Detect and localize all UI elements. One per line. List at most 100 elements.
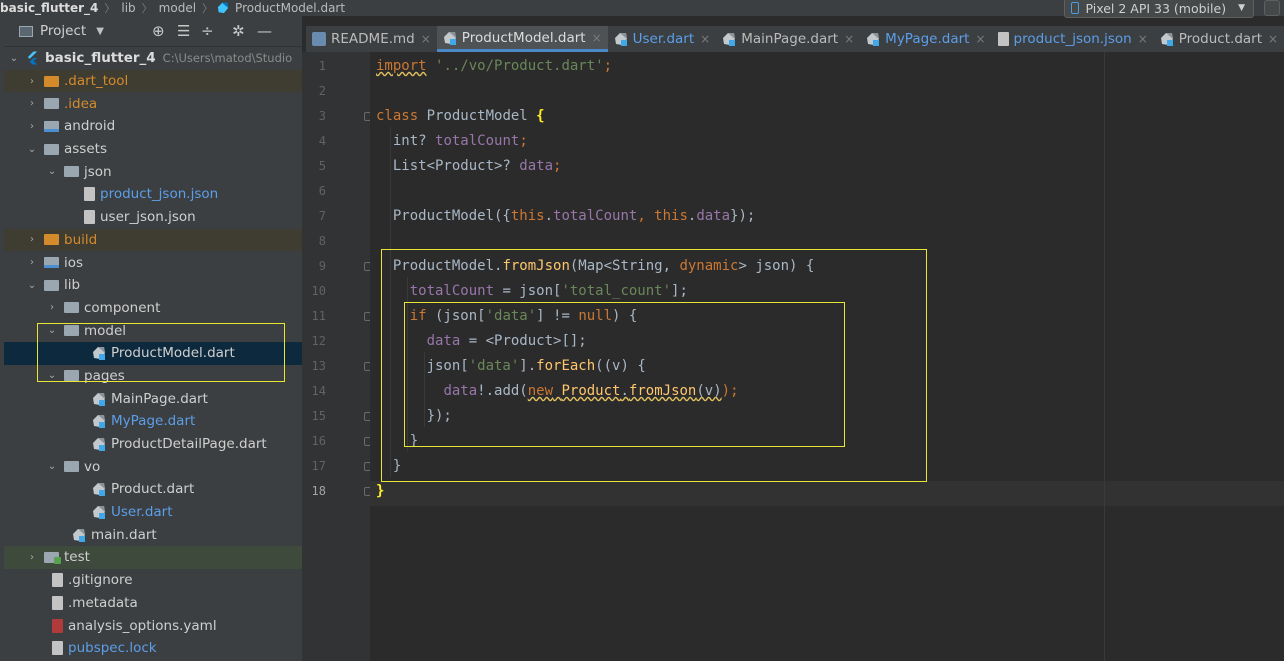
line-number: 8 — [318, 234, 326, 248]
tree-item-file[interactable]: user_json.json — [4, 206, 302, 229]
tree-item-root[interactable]: ⌄ basic_flutter_4 C:\Users\matod\Studio — [4, 47, 302, 70]
tree-item-folder[interactable]: ⌄ pages — [4, 365, 302, 388]
expand-all-icon[interactable]: ☰ — [177, 22, 190, 40]
tree-item-folder[interactable]: › component — [4, 297, 302, 320]
project-panel: Project ▼ ⊕ ☰ ÷ ✲ — ⌄ basic_flutter_4 C:… — [4, 16, 302, 661]
close-icon[interactable]: × — [1268, 32, 1278, 46]
tab-user[interactable]: User.dart × — [608, 26, 717, 52]
json-file-icon — [84, 187, 95, 202]
tree-item-folder[interactable]: ⌄ assets — [4, 138, 302, 161]
tree-item-file[interactable]: Product.dart — [4, 478, 302, 501]
markdown-file-icon — [312, 32, 326, 46]
tree-item-file[interactable]: main.dart — [4, 523, 302, 546]
chevron-right-icon[interactable]: › — [26, 76, 38, 87]
line-number: 5 — [318, 159, 326, 173]
tree-item-label: .gitignore — [68, 572, 133, 589]
tree-item-file[interactable]: User.dart — [4, 501, 302, 524]
chevron-right-icon[interactable]: › — [26, 552, 38, 563]
tree-item-folder[interactable]: › .idea — [4, 92, 302, 115]
tab-product[interactable]: Product.dart × — [1154, 26, 1284, 52]
chevron-down-icon[interactable]: ⌄ — [46, 461, 58, 472]
tree-item-folder[interactable]: › ios — [4, 251, 302, 274]
close-icon[interactable]: × — [421, 32, 431, 46]
chevron-down-icon[interactable]: ⌄ — [46, 325, 58, 336]
tree-item-folder[interactable]: › android — [4, 115, 302, 138]
tree-item-file[interactable]: MyPage.dart — [4, 410, 302, 433]
code-token: class — [376, 108, 419, 124]
code-editor[interactable]: import '../vo/Product.dart'; class Produ… — [370, 52, 1284, 661]
folder-icon — [64, 166, 79, 178]
chevron-right-icon[interactable]: › — [26, 121, 38, 132]
code-line: ProductModel({this.totalCount, this.data… — [376, 204, 756, 229]
chevron-right-icon[interactable]: › — [26, 98, 38, 109]
code-token: 'data' — [468, 358, 520, 374]
tab-label: product_json.json — [1013, 31, 1132, 47]
chevron-down-icon[interactable]: ▼ — [96, 26, 104, 37]
close-icon[interactable]: × — [592, 31, 602, 45]
device-selector[interactable]: Pixel 2 API 33 (mobile) ▼ — [1064, 0, 1254, 18]
line-number: 11 — [311, 309, 326, 323]
chevron-right-icon[interactable]: › — [26, 257, 38, 268]
tree-item-file[interactable]: ProductModel.dart — [4, 341, 302, 365]
tree-item-folder[interactable]: ⌄ model — [4, 319, 302, 342]
code-token: ) { — [612, 308, 638, 324]
code-token: (v) — [696, 383, 722, 399]
tab-productmodel[interactable]: ProductModel.dart × — [436, 26, 608, 52]
json-file-icon — [997, 32, 1009, 46]
tree-item-folder[interactable]: › build — [4, 228, 302, 252]
tab-label: MyPage.dart — [885, 31, 970, 47]
line-number: 10 — [311, 284, 326, 298]
tree-item-file[interactable]: MainPage.dart — [4, 387, 302, 410]
tree-item-file[interactable]: analysis_options.yaml — [4, 614, 302, 637]
text-file-icon — [52, 595, 63, 610]
code-token: '../vo/Product.dart' — [435, 58, 604, 74]
tree-item-file[interactable]: .metadata — [4, 592, 302, 615]
project-tree: ⌄ basic_flutter_4 C:\Users\matod\Studio … — [4, 47, 302, 660]
tree-item-folder[interactable]: › test — [4, 546, 302, 569]
breadcrumb-file[interactable]: ProductModel.dart — [233, 1, 347, 15]
code-token: , — [637, 208, 655, 224]
dart-file-icon — [93, 415, 105, 429]
locate-icon[interactable]: ⊕ — [152, 22, 165, 40]
chevron-down-icon[interactable]: ⌄ — [26, 280, 38, 291]
tree-item-file[interactable]: product_json.json — [4, 183, 302, 206]
code-line: if (json['data'] != null) { — [376, 304, 638, 329]
minimize-icon[interactable]: — — [257, 22, 272, 40]
editor-gutter[interactable]: 1 2 3 4 5 6 7 8 9 10 11 12 13 14 15 16 1… — [302, 52, 371, 661]
tree-item-file[interactable]: .gitignore — [4, 569, 302, 592]
project-panel-title[interactable]: Project — [40, 23, 86, 39]
tree-item-label: User.dart — [111, 504, 173, 521]
tab-mypage[interactable]: MyPage.dart × — [860, 26, 991, 52]
close-icon[interactable]: × — [1138, 32, 1148, 46]
close-icon[interactable]: × — [700, 32, 710, 46]
chevron-right-icon[interactable]: › — [26, 234, 38, 245]
chevron-down-icon[interactable]: ⌄ — [46, 370, 58, 381]
tree-item-folder[interactable]: › .dart_tool — [4, 69, 302, 93]
tab-readme[interactable]: README.md × — [306, 26, 437, 52]
breadcrumb-project[interactable]: basic_flutter_4 — [0, 1, 100, 15]
breadcrumb-model[interactable]: model — [157, 1, 198, 15]
breadcrumb-lib[interactable]: lib — [119, 1, 137, 15]
collapse-all-icon[interactable]: ÷ — [201, 22, 214, 40]
chevron-down-icon[interactable]: ⌄ — [8, 53, 20, 64]
tree-item-folder[interactable]: ⌄ lib — [4, 274, 302, 297]
tree-item-folder[interactable]: ⌄ json — [4, 160, 302, 183]
tab-mainpage[interactable]: MainPage.dart × — [716, 26, 860, 52]
close-icon[interactable]: × — [844, 32, 854, 46]
tab-product-json[interactable]: product_json.json × — [992, 26, 1154, 52]
chevron-down-icon[interactable]: ⌄ — [26, 144, 38, 155]
line-number: 13 — [311, 359, 326, 373]
gear-icon[interactable]: ✲ — [232, 22, 245, 40]
close-icon[interactable]: × — [975, 32, 985, 46]
chevron-right-icon[interactable]: › — [46, 302, 58, 313]
chevron-down-icon[interactable]: ⌄ — [46, 166, 58, 177]
tree-item-file[interactable]: pubspec.lock — [4, 637, 302, 660]
code-token: ); — [721, 383, 739, 399]
tab-label: User.dart — [632, 31, 695, 47]
line-number: 6 — [318, 184, 326, 198]
tree-item-file[interactable]: ProductDetailPage.dart — [4, 433, 302, 456]
toolbar-icon[interactable] — [1264, 0, 1280, 16]
tree-item-folder[interactable]: ⌄ vo — [4, 455, 302, 478]
flutter-module-icon — [27, 51, 38, 65]
